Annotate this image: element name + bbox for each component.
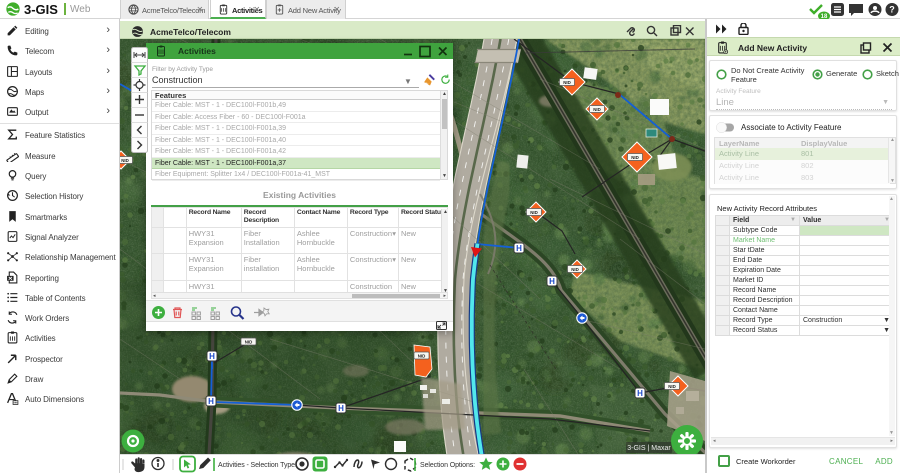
svg-text:?: ?	[889, 5, 895, 15]
svg-text:Selection Options:: Selection Options:	[420, 462, 475, 469]
svg-text:NID: NID	[418, 354, 426, 359]
svg-text:H: H	[338, 404, 344, 413]
svg-text:H: H	[637, 389, 643, 398]
svg-text:NID: NID	[563, 80, 571, 85]
svg-text:NID: NID	[593, 107, 601, 112]
svg-text:3-GIS | Maxar: 3-GIS | Maxar	[627, 445, 671, 452]
svg-text:NID: NID	[121, 158, 129, 163]
svg-text:NID: NID	[245, 340, 253, 345]
svg-text:NID: NID	[530, 210, 538, 215]
svg-text:H: H	[516, 244, 522, 253]
svg-text:Activities - Selection Type:: Activities - Selection Type:	[218, 462, 297, 469]
svg-text:H: H	[549, 277, 555, 286]
svg-text:H: H	[208, 397, 214, 406]
svg-text:H: H	[209, 352, 215, 361]
svg-text:NID: NID	[668, 384, 676, 389]
svg-text:NID: NID	[571, 267, 579, 272]
svg-text:NID: NID	[631, 155, 639, 160]
svg-text:18: 18	[821, 14, 828, 19]
